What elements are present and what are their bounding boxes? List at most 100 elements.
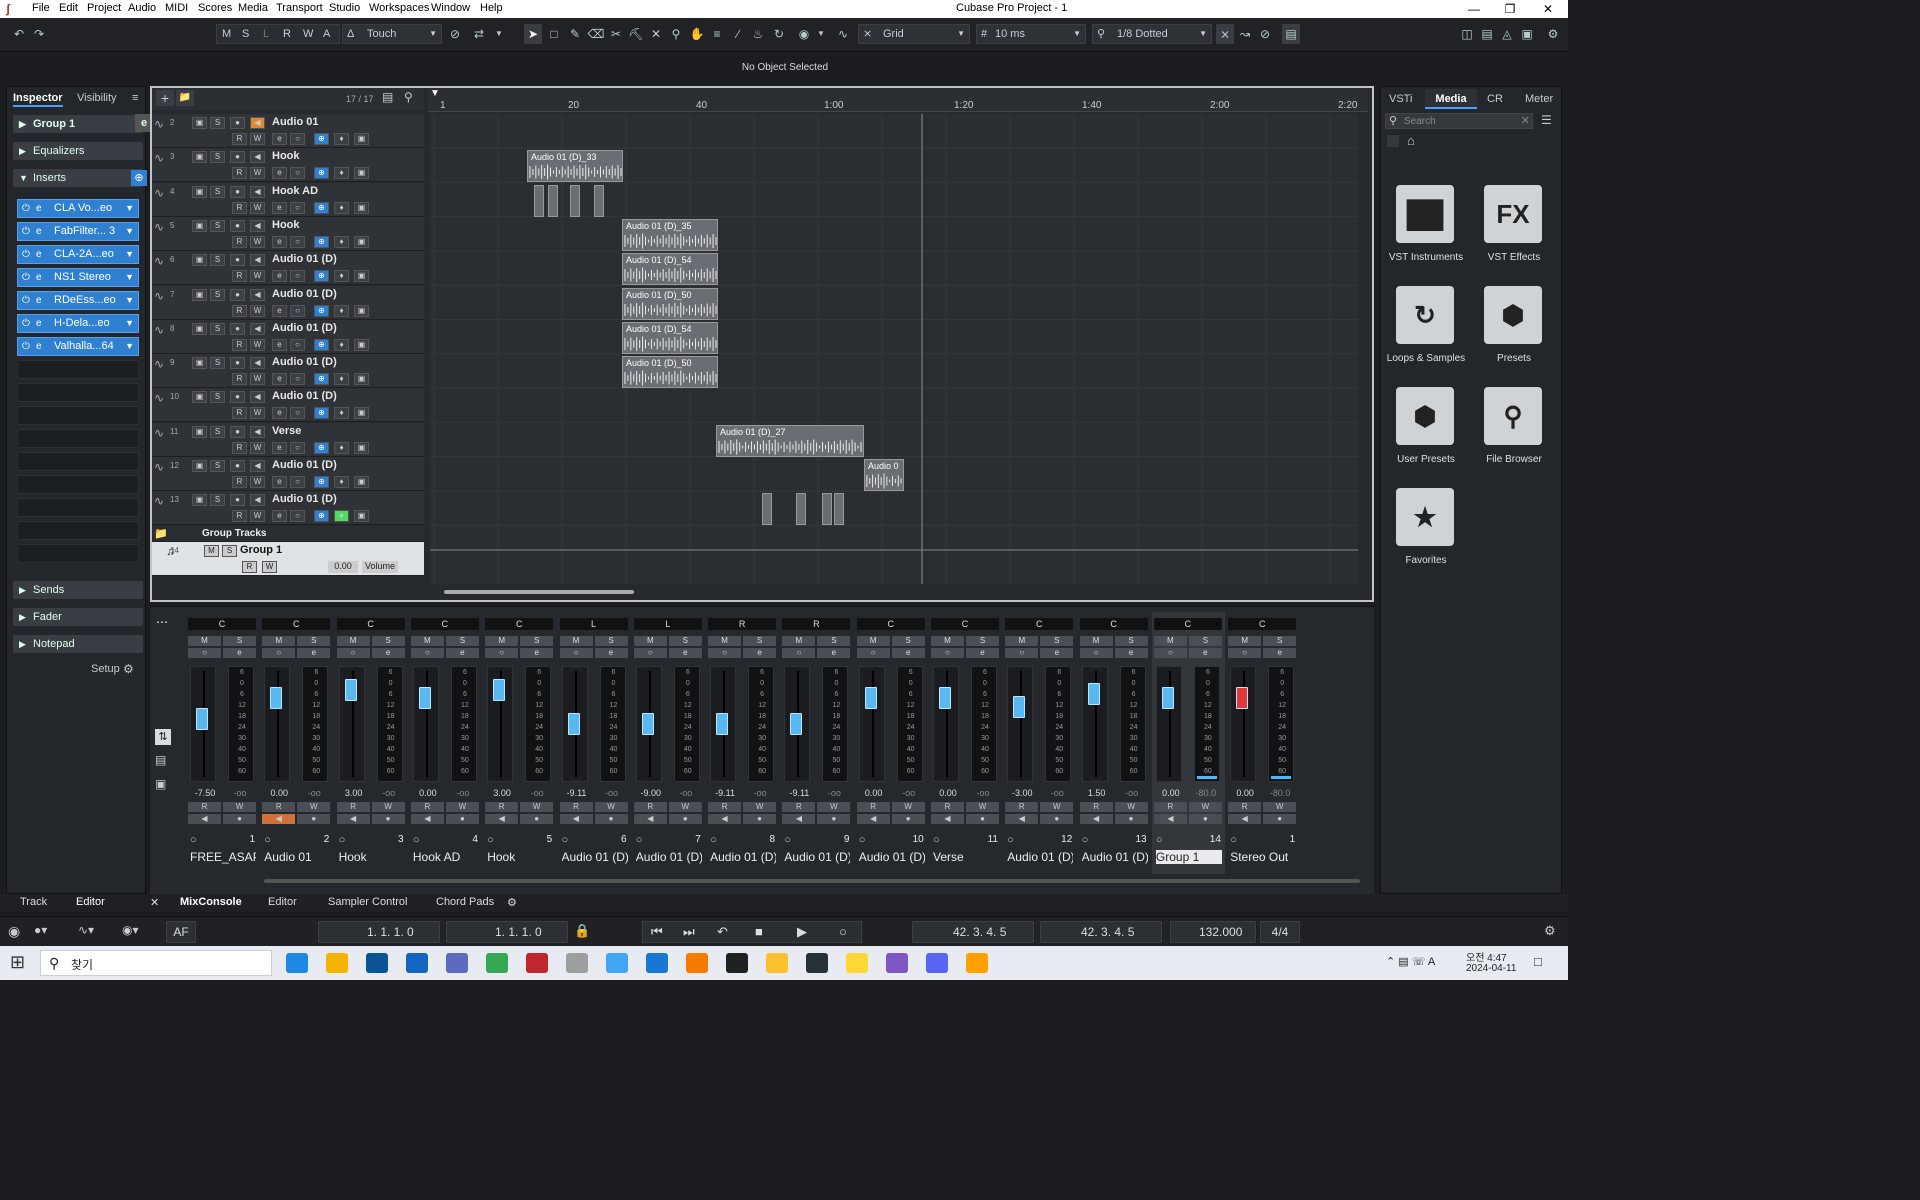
mute-button[interactable]: M	[204, 545, 219, 557]
app-icon[interactable]	[606, 953, 628, 973]
channel-link-icon[interactable]: ○	[562, 834, 569, 846]
track-version-icon[interactable]: ⊕	[314, 510, 329, 523]
listen-button[interactable]: ○	[931, 648, 964, 658]
read-automation-button[interactable]: R	[232, 270, 247, 283]
track-name[interactable]: Hook	[272, 150, 300, 162]
write-automation-button[interactable]: W	[520, 802, 554, 812]
folder-lane-icon[interactable]: ▣	[354, 510, 369, 523]
quantize-apply-icon[interactable]: ⊘	[1256, 24, 1274, 44]
record-enable-icon[interactable]: ●	[230, 425, 245, 438]
edit-channel-button[interactable]: e	[1188, 648, 1222, 658]
channel-link-icon[interactable]: ○	[413, 834, 420, 846]
constrain-icon[interactable]: ⊘	[446, 24, 464, 44]
edit-icon[interactable]: e	[36, 269, 42, 286]
horizontal-scrollbar[interactable]	[430, 586, 1358, 598]
pan-control[interactable]: L	[559, 618, 628, 630]
menu-scores[interactable]: Scores	[198, 2, 232, 14]
kakaotalk-icon[interactable]	[846, 953, 868, 973]
channel-name[interactable]: Audio 01 (D)	[1007, 850, 1073, 864]
listen-button[interactable]: L	[263, 25, 269, 43]
monitor-icon[interactable]: ▣	[192, 254, 207, 267]
app-icon[interactable]	[806, 953, 828, 973]
mute-button[interactable]: M	[1153, 636, 1187, 646]
chevron-down-icon[interactable]: ▼	[812, 24, 830, 44]
group-track-row[interactable]: ♫ 14 M S Group 1 R W 0.00 Volume	[152, 542, 424, 576]
audio-clip-fragment[interactable]	[762, 493, 772, 526]
edit-channel-button[interactable]: e	[594, 648, 628, 658]
track-version-icon[interactable]: ⊕	[314, 270, 329, 283]
write-automation-button[interactable]: W	[1188, 802, 1222, 812]
record-enable-icon[interactable]: ●	[230, 494, 245, 507]
mixer-scrollbar[interactable]	[264, 879, 1360, 883]
record-enable-icon[interactable]: ●	[230, 357, 245, 370]
solo-button[interactable]: S	[210, 425, 225, 438]
tab-sampler-control[interactable]: Sampler Control	[328, 896, 407, 908]
channel-link-icon[interactable]: ○	[710, 834, 717, 846]
lane-toggle-icon[interactable]: ♦	[334, 235, 349, 248]
edit-channel-button[interactable]: e	[1040, 648, 1074, 658]
channel-link-icon[interactable]: ○	[264, 834, 271, 846]
listen-button[interactable]: ○	[633, 648, 667, 658]
menu-media[interactable]: Media	[238, 2, 268, 14]
fader-track[interactable]	[858, 666, 885, 782]
pan-control[interactable]: C	[1153, 618, 1222, 630]
gear-icon[interactable]: ⚙	[507, 896, 517, 909]
split-tool-icon[interactable]: ✂	[607, 24, 625, 44]
lane-toggle-icon[interactable]: ♦	[334, 304, 349, 317]
listen-button[interactable]: ○	[485, 648, 519, 658]
automation-mode-dropdown[interactable]: Δ Touch ▼	[342, 24, 442, 44]
section-sends[interactable]: ▶ Sends	[13, 581, 143, 599]
folder-lane-icon[interactable]: ▣	[354, 235, 369, 248]
folder-lane-icon[interactable]: ▣	[354, 441, 369, 454]
insert-slot[interactable]: ⏻ e H-Dela...eo ▼	[17, 314, 139, 333]
power-icon[interactable]: ⏻	[22, 315, 30, 332]
volume-fader-handle[interactable]	[493, 679, 506, 702]
read-automation-button[interactable]: R	[1228, 802, 1262, 812]
lane-icon[interactable]: ○	[290, 510, 305, 523]
record-enable-button[interactable]: ●	[891, 814, 925, 824]
write-automation-button[interactable]: W	[966, 802, 999, 812]
record-enable-button[interactable]: ●	[1188, 814, 1222, 824]
chevron-down-icon[interactable]: ▼	[125, 246, 134, 263]
speaker-icon[interactable]: ◀	[250, 494, 265, 507]
solo-button[interactable]: S	[1263, 636, 1297, 646]
read-automation-button[interactable]: R	[782, 802, 816, 812]
track-name[interactable]: Hook AD	[272, 185, 318, 197]
monitor-button[interactable]: ◀	[1005, 814, 1039, 824]
lane-icon[interactable]: ○	[290, 133, 305, 145]
audio-clip-fragment[interactable]	[822, 493, 832, 526]
volume-fader-handle[interactable]	[567, 713, 580, 735]
record-enable-icon[interactable]: ●	[230, 151, 245, 164]
minimize-icon[interactable]: —	[1454, 0, 1494, 18]
channel-name[interactable]: Hook AD	[413, 850, 479, 864]
lock-icon[interactable]: 🔒	[574, 923, 590, 939]
tab-track[interactable]: Track	[20, 896, 47, 908]
edit-icon[interactable]: e	[272, 133, 287, 145]
menu-transport[interactable]: Transport	[276, 2, 323, 14]
chevron-down-icon[interactable]: ▼	[125, 292, 134, 309]
track-name[interactable]: Verse	[272, 425, 301, 437]
volume-fader-handle[interactable]	[1236, 686, 1249, 709]
menu-project[interactable]: Project	[87, 2, 121, 14]
audio-clip[interactable]: Audio 01 (D)_33	[527, 150, 623, 183]
write-automation-button[interactable]: W	[297, 802, 331, 812]
insert-slot[interactable]: ⏻ e FabFilter... 3 ▼	[17, 222, 139, 241]
loops-samples-label[interactable]: Loops & Samples	[1381, 353, 1471, 364]
record-enable-button[interactable]: ●	[1263, 814, 1297, 824]
empty-insert-slot[interactable]	[17, 360, 139, 379]
read-automation-button[interactable]: R	[1005, 802, 1039, 812]
channel-link-icon[interactable]: ○	[636, 834, 643, 846]
write-automation-button[interactable]: W	[250, 167, 265, 180]
solo-button[interactable]: S	[743, 636, 777, 646]
lane-toggle-icon[interactable]: ♦	[334, 133, 349, 145]
track-version-icon[interactable]: ⊕	[314, 167, 329, 180]
app-icon[interactable]	[966, 953, 988, 973]
channel-name[interactable]: Hook	[487, 850, 553, 864]
empty-insert-slot[interactable]	[17, 521, 139, 540]
favorites-icon[interactable]: ★	[1396, 488, 1454, 546]
volume-value[interactable]: 0.00	[411, 788, 445, 798]
solo-button[interactable]: S	[223, 636, 256, 646]
listen-button[interactable]: ○	[856, 648, 890, 658]
volume-value[interactable]: 0.00	[857, 788, 891, 798]
vst-effects-icon[interactable]: FX	[1484, 185, 1542, 243]
